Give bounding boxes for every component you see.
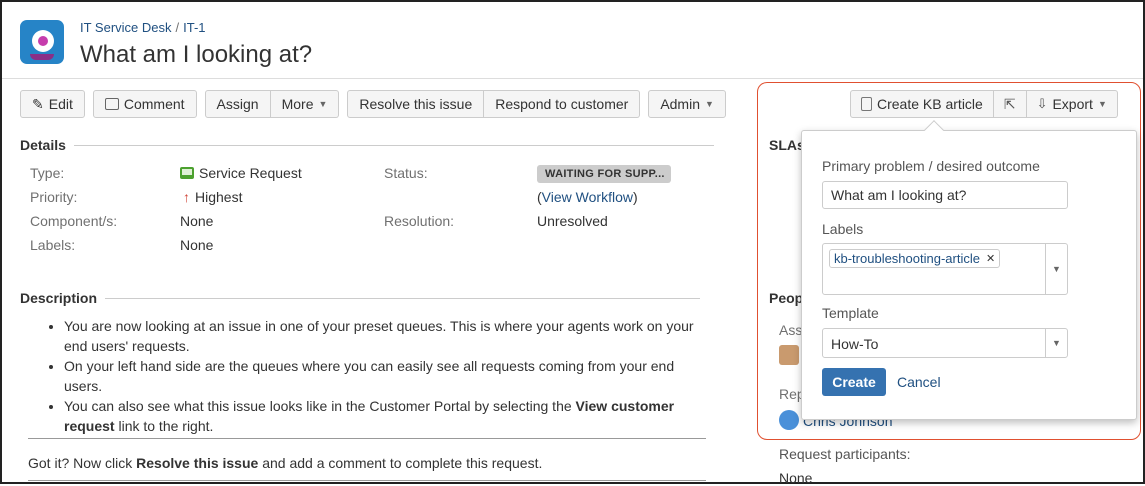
remove-tag-icon[interactable]: ✕ [986, 252, 995, 265]
workflow-group: Resolve this issue Respond to customer [347, 90, 641, 118]
component-label: Component/s: [30, 213, 118, 229]
description-footer: Got it? Now click Resolve this issue and… [28, 455, 542, 471]
resolution-value: Unresolved [537, 213, 608, 229]
description-rule-bottom [28, 480, 706, 481]
status-badge-text: WAITING FOR SUPP... [537, 165, 671, 183]
footer-text-end: and add a comment to complete this reque… [258, 455, 543, 471]
status-label: Status: [384, 165, 428, 181]
share-button[interactable]: ⇱ [993, 90, 1027, 118]
template-dropdown-toggle[interactable]: ▼ [1045, 329, 1067, 357]
breadcrumb: IT Service Desk / IT-1 [80, 20, 206, 35]
share-icon: ⇱ [1003, 95, 1016, 112]
side-toolbar: Create KB article ⇱ ⇩ Export ▼ [850, 90, 1118, 118]
labels-multiselect[interactable]: kb-troubleshooting-article ✕ ▼ [822, 243, 1068, 295]
assign-button[interactable]: Assign [204, 90, 271, 118]
slas-heading: SLAs [769, 137, 805, 153]
details-heading: Details [20, 137, 714, 153]
breadcrumb-issue-link[interactable]: IT-1 [183, 20, 205, 35]
edit-button[interactable]: ✎ Edit [20, 90, 85, 118]
labels-value: None [180, 237, 214, 253]
view-workflow-link[interactable]: View Workflow [542, 189, 633, 205]
template-label: Template [822, 305, 879, 321]
pencil-icon: ✎ [32, 95, 44, 112]
comment-label: Comment [123, 96, 185, 112]
labels-dropdown-toggle[interactable]: ▼ [1045, 244, 1067, 294]
people-heading: Peop [769, 290, 804, 306]
project-avatar [20, 20, 64, 64]
download-icon: ⇩ [1036, 96, 1048, 111]
bullet3-text: You can also see what this issue looks l… [64, 398, 576, 414]
chevron-down-icon: ▼ [1052, 338, 1061, 348]
labels-field-label: Labels [822, 221, 864, 237]
page-title: What am I looking at? [80, 41, 313, 68]
resolve-issue-button[interactable]: Resolve this issue [347, 90, 485, 118]
description-list: You are now looking at an issue in one o… [20, 316, 710, 436]
breadcrumb-project-link[interactable]: IT Service Desk [80, 20, 172, 35]
more-button[interactable]: More ▼ [270, 90, 340, 118]
type-label: Type: [30, 165, 65, 181]
label-tag-text: kb-troubleshooting-article [834, 251, 980, 266]
description-heading-text: Description [20, 290, 98, 306]
problem-label: Primary problem / desired outcome [822, 158, 1040, 174]
create-kb-popover: Primary problem / desired outcome Labels… [801, 120, 1137, 420]
priority-value-text: Highest [195, 189, 243, 205]
edit-label: Edit [48, 96, 73, 112]
more-label: More [281, 96, 314, 112]
priority-value: ↑ Highest [183, 189, 242, 205]
labels-label: Labels: [30, 237, 76, 253]
export-button[interactable]: ⇩ Export ▼ [1026, 90, 1118, 118]
arrow-up-icon: ↑ [183, 189, 190, 205]
assignee-label: Ass [779, 322, 803, 338]
priority-label: Priority: [30, 189, 78, 205]
assignee-avatar[interactable] [779, 345, 799, 365]
comment-button[interactable]: Comment [92, 90, 197, 118]
respond-to-customer-button[interactable]: Respond to customer [484, 90, 641, 118]
template-select[interactable]: How-To ▼ [822, 328, 1068, 358]
admin-label: Admin [660, 96, 700, 112]
chevron-down-icon: ▼ [1097, 99, 1107, 109]
bullet3-text-end: link to the right. [114, 418, 214, 434]
list-item: You are now looking at an issue in one o… [64, 316, 710, 356]
chevron-down-icon: ▼ [1052, 264, 1061, 274]
template-selected-value: How-To [831, 336, 879, 352]
description-divider [105, 297, 701, 299]
cancel-link[interactable]: Cancel [897, 374, 941, 390]
label-tag[interactable]: kb-troubleshooting-article ✕ [829, 249, 1001, 268]
export-label: Export [1052, 96, 1093, 112]
workflow-link-row: (View Workflow) [537, 189, 638, 205]
chevron-down-icon: ▼ [705, 99, 714, 109]
list-item: On your left hand side are the queues wh… [64, 356, 710, 396]
footer-bold: Resolve this issue [136, 455, 259, 471]
description-body: You are now looking at an issue in one o… [20, 310, 710, 436]
assign-more-group: Assign More ▼ [204, 90, 340, 118]
list-item: You can also see what this issue looks l… [64, 396, 710, 436]
workflow-paren-close: ) [632, 189, 638, 205]
issue-toolbar: ✎ Edit Comment Assign More ▼ Resolve thi… [20, 90, 726, 118]
details-divider [73, 144, 714, 146]
participants-label: Request participants: [779, 446, 911, 462]
admin-button[interactable]: Admin ▼ [648, 90, 726, 118]
footer-text: Got it? Now click [28, 455, 137, 471]
component-value: None [180, 213, 214, 229]
resolution-label: Resolution: [384, 213, 455, 229]
create-kb-label: Create KB article [877, 96, 983, 112]
create-button[interactable]: Create [822, 368, 886, 396]
details-heading-text: Details [20, 137, 66, 153]
header-divider [2, 78, 1143, 79]
description-rule-top [28, 438, 706, 439]
breadcrumb-separator: / [175, 20, 180, 35]
description-heading: Description [20, 290, 701, 306]
document-icon [861, 97, 872, 111]
type-value-text: Service Request [199, 165, 302, 181]
problem-input[interactable] [822, 181, 1068, 209]
reporter-avatar[interactable] [779, 410, 799, 430]
type-value: Service Request [180, 165, 302, 181]
chevron-down-icon: ▼ [318, 99, 328, 109]
comment-icon [104, 98, 119, 110]
service-request-icon [180, 167, 194, 179]
create-kb-article-button[interactable]: Create KB article [850, 90, 994, 118]
status-badge[interactable]: WAITING FOR SUPP... [537, 164, 671, 183]
